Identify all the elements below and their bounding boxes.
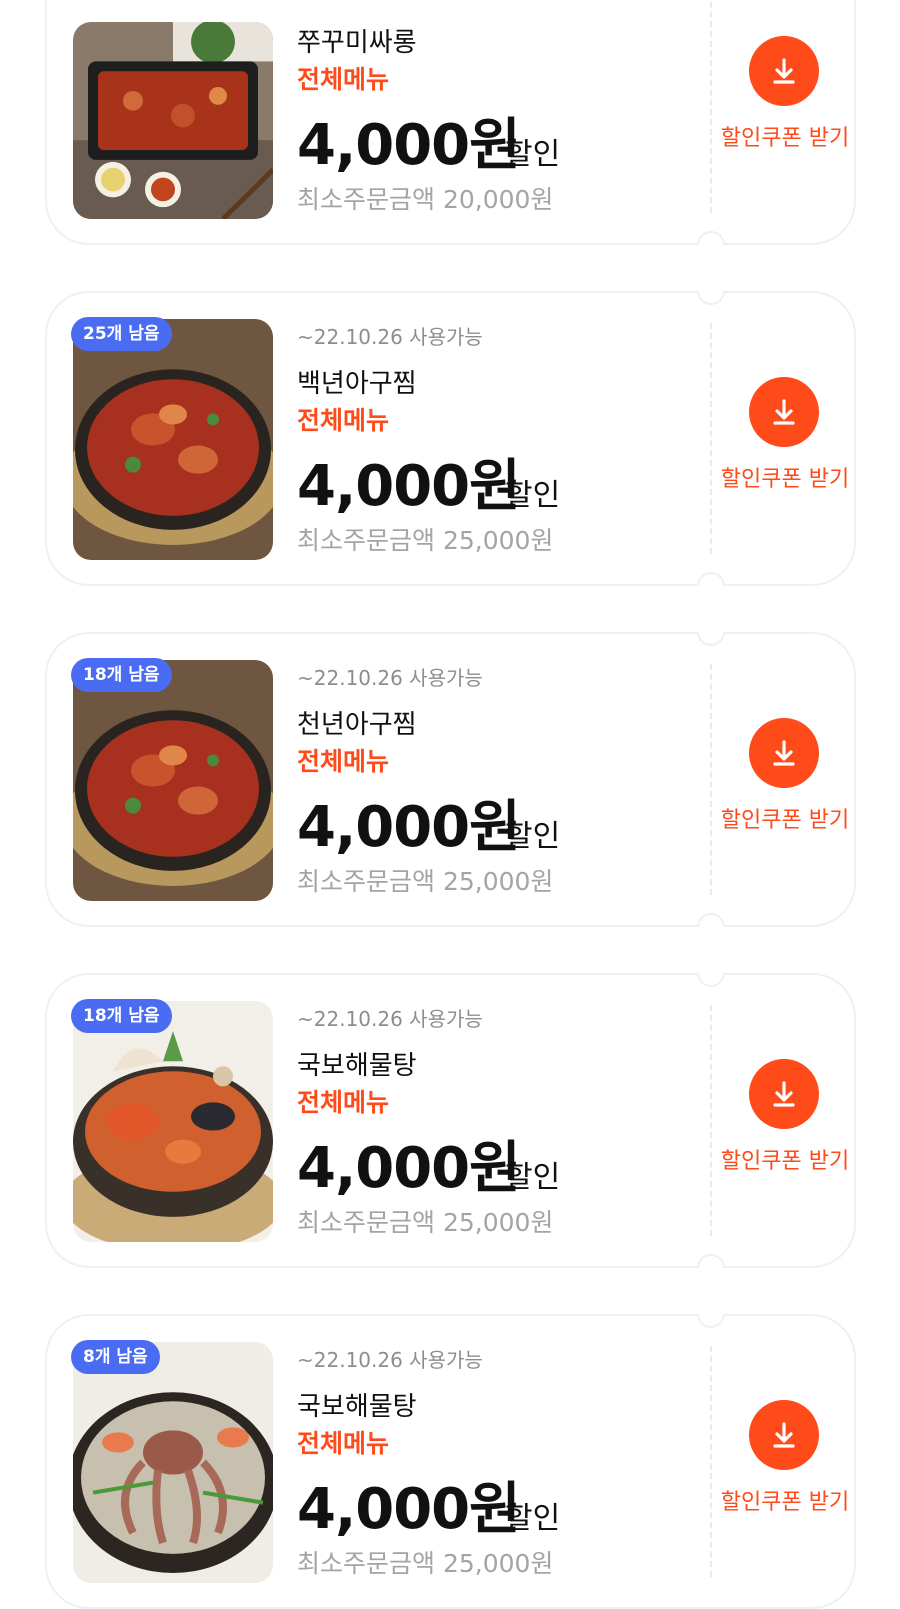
remaining-count-badge: 18개 남음 [71,999,172,1033]
download-coupon-label[interactable]: 할인쿠폰 받기 [719,1143,851,1175]
expiry-date: ~22.10.26 사용가능 [297,666,483,690]
ticket-notch [697,1254,725,1268]
coupon-card: 18개 남음 ~22.10.26 사용가능 국보해물탕 전체메뉴 4,000원 … [45,973,856,1268]
download-coupon-button[interactable] [749,377,819,447]
min-order-amount: 최소주문금액 25,000원 [297,867,554,896]
discount-suffix: 할인 [505,1501,561,1536]
discount-amount: 4,000원 [297,113,521,178]
menu-scope: 전체메뉴 [297,65,390,94]
discount-suffix: 할인 [505,819,561,854]
menu-scope: 전체메뉴 [297,747,390,776]
ticket-divider [710,664,712,895]
coupon-card: 쭈꾸미싸롱 전체메뉴 4,000원 할인 최소주문금액 20,000원 할인쿠폰… [45,0,856,245]
download-coupon-button[interactable] [749,36,819,106]
food-image-braised-monkfish [73,660,273,901]
store-name: 국보해물탕 [297,1051,417,1081]
ticket-notch [697,231,725,245]
remaining-count-badge: 25개 남음 [71,317,172,351]
discount-suffix: 할인 [505,478,561,513]
download-icon [773,740,795,766]
download-icon [773,1081,795,1107]
min-order-amount: 최소주문금액 25,000원 [297,1549,554,1578]
download-coupon-label[interactable]: 할인쿠폰 받기 [719,120,851,152]
store-name: 백년아구찜 [297,369,417,399]
store-name: 국보해물탕 [297,1392,417,1422]
discount-suffix: 할인 [505,137,561,172]
download-icon [773,1422,795,1448]
menu-scope: 전체메뉴 [297,1088,390,1117]
download-icon [773,399,795,425]
ticket-divider [710,1005,712,1236]
ticket-divider [710,0,712,213]
food-image-octopus-stir-fry [73,22,273,219]
store-name: 쭈꾸미싸롱 [297,28,417,58]
coupon-card: 18개 남음 ~22.10.26 사용가능 천년아구찜 전체메뉴 4,000원 … [45,632,856,927]
download-coupon-button[interactable] [749,1059,819,1129]
download-icon [773,58,795,84]
discount-suffix: 할인 [505,1160,561,1195]
menu-scope: 전체메뉴 [297,406,390,435]
min-order-amount: 최소주문금액 25,000원 [297,526,554,555]
ticket-notch [697,1314,725,1328]
coupon-card: 25개 남음 ~22.10.26 사용가능 백년아구찜 전체메뉴 4,000원 … [45,291,856,586]
download-coupon-label[interactable]: 할인쿠폰 받기 [719,1484,851,1516]
download-coupon-label[interactable]: 할인쿠폰 받기 [719,802,851,834]
download-coupon-label[interactable]: 할인쿠폰 받기 [719,461,851,493]
coupon-card: 8개 남음 ~22.10.26 사용가능 국보해물탕 전체메뉴 4,000원 할… [45,1314,856,1609]
discount-amount: 4,000원 [297,1136,521,1201]
store-name: 천년아구찜 [297,710,417,740]
menu-scope: 전체메뉴 [297,1429,390,1458]
food-image-seafood-stew [73,1001,273,1242]
remaining-count-badge: 18개 남음 [71,658,172,692]
ticket-notch [697,572,725,586]
discount-amount: 4,000원 [297,454,521,519]
remaining-count-badge: 8개 남음 [71,1340,160,1374]
ticket-notch [697,973,725,987]
ticket-notch [697,291,725,305]
expiry-date: ~22.10.26 사용가능 [297,1348,483,1372]
ticket-divider [710,1346,712,1577]
ticket-notch [697,632,725,646]
expiry-date: ~22.10.26 사용가능 [297,325,483,349]
expiry-date: ~22.10.26 사용가능 [297,1007,483,1031]
min-order-amount: 최소주문금액 25,000원 [297,1208,554,1237]
ticket-divider [710,323,712,554]
food-image-octopus-hotpot [73,1342,273,1583]
discount-amount: 4,000원 [297,795,521,860]
discount-amount: 4,000원 [297,1477,521,1542]
min-order-amount: 최소주문금액 20,000원 [297,185,554,214]
food-image-braised-monkfish [73,319,273,560]
download-coupon-button[interactable] [749,718,819,788]
ticket-notch [697,913,725,927]
download-coupon-button[interactable] [749,1400,819,1470]
